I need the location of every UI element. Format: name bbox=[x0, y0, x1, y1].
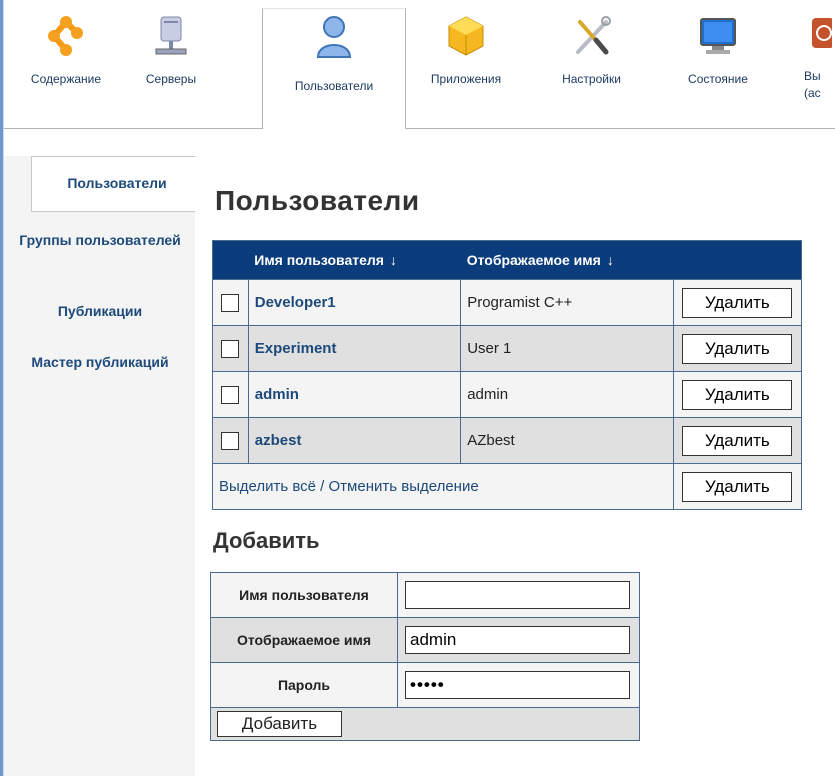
add-user-button[interactable]: Добавить bbox=[217, 711, 342, 737]
username-link[interactable]: azbest bbox=[255, 432, 302, 449]
table-row: azbest AZbest Удалить bbox=[212, 417, 803, 464]
content-icon bbox=[46, 14, 86, 58]
toolbar-label: Содержание bbox=[30, 72, 102, 86]
sidebar: Пользователи Группы пользователей Публик… bbox=[4, 156, 202, 776]
form-row: Отображаемое имя bbox=[210, 617, 640, 663]
sidebar-item-publication-wizard[interactable]: Мастер публикаций bbox=[18, 353, 182, 371]
sidebar-item-users[interactable]: Пользователи bbox=[31, 156, 202, 212]
bulk-delete-button[interactable]: Удалить bbox=[682, 471, 793, 502]
monitor-icon bbox=[698, 14, 738, 58]
toolbar-item-exit[interactable]: Вы (ac bbox=[804, 14, 835, 100]
column-header-username[interactable]: Имя пользователя ↓ bbox=[248, 240, 461, 280]
page-title: Пользователи bbox=[215, 185, 420, 216]
delete-button[interactable]: Удалить bbox=[682, 379, 793, 410]
password-label: Пароль bbox=[210, 662, 398, 708]
delete-button[interactable]: Удалить bbox=[682, 425, 793, 456]
display-name-cell: AZbest bbox=[460, 417, 674, 464]
display-name-label: Отображаемое имя bbox=[210, 617, 398, 663]
tools-icon bbox=[572, 14, 612, 58]
display-name-cell: User 1 bbox=[460, 325, 674, 372]
toolbar-label: Состояние bbox=[688, 72, 748, 86]
toolbar-item-status[interactable]: Состояние bbox=[668, 14, 768, 94]
users-table: Имя пользователя ↓ Отображаемое имя ↓ Deve… bbox=[212, 240, 803, 510]
row-checkbox[interactable] bbox=[221, 293, 240, 312]
column-header-display-name[interactable]: Отображаемое имя ↓ bbox=[460, 240, 674, 280]
toolbar-label: Приложения bbox=[430, 72, 502, 86]
sidebar-item-publications[interactable]: Публикации bbox=[18, 302, 182, 320]
username-link[interactable]: Developer1 bbox=[255, 294, 336, 311]
package-icon bbox=[446, 14, 486, 58]
display-name-cell: Programist C++ bbox=[460, 279, 674, 326]
form-row: Имя пользователя bbox=[210, 572, 640, 618]
username-field[interactable] bbox=[405, 581, 630, 609]
row-checkbox[interactable] bbox=[221, 385, 240, 404]
toolbar-label: Вы (ac bbox=[804, 69, 821, 100]
sort-arrow-icon: ↓ bbox=[606, 252, 614, 268]
add-section-title: Добавить bbox=[213, 528, 320, 553]
sidebar-item-groups[interactable]: Группы пользователей bbox=[18, 231, 182, 249]
table-row: admin admin Удалить bbox=[212, 371, 803, 418]
main-panel: Пользователи Имя пользователя ↓ Отображае… bbox=[195, 129, 835, 776]
content-area: Пользователи Группы пользователей Публик… bbox=[4, 129, 835, 776]
display-name-cell: admin bbox=[460, 371, 674, 418]
select-all-link[interactable]: Выделить всё / Отменить выделение bbox=[219, 478, 479, 495]
row-checkbox[interactable] bbox=[221, 431, 240, 450]
toolbar-item-servers[interactable]: Серверы bbox=[126, 14, 216, 94]
password-field[interactable] bbox=[405, 671, 630, 699]
table-row: Developer1 Programist C++ Удалить bbox=[212, 279, 803, 326]
table-footer-row: Выделить всё / Отменить выделение Удалит… bbox=[212, 463, 803, 510]
toolbar-item-content[interactable]: Содержание bbox=[6, 14, 126, 94]
username-link[interactable]: Experiment bbox=[255, 340, 337, 357]
toolbar-label: Настройки bbox=[562, 72, 621, 86]
table-row: Experiment User 1 Удалить bbox=[212, 325, 803, 372]
checkbox-column-header bbox=[212, 240, 249, 280]
toolbar-item-settings[interactable]: Настройки bbox=[544, 14, 639, 94]
form-row: Пароль bbox=[210, 662, 640, 708]
delete-button[interactable]: Удалить bbox=[682, 333, 793, 364]
main-toolbar: Содержание Серверы Пользователи Приложен… bbox=[4, 0, 835, 130]
toolbar-label: Пользователи bbox=[294, 79, 374, 93]
username-link[interactable]: admin bbox=[255, 386, 299, 403]
sort-arrow-icon: ↓ bbox=[389, 252, 397, 268]
toolbar-item-users[interactable]: Пользователи bbox=[262, 8, 406, 130]
username-label: Имя пользователя bbox=[210, 572, 398, 618]
display-name-field[interactable] bbox=[405, 626, 630, 654]
toolbar-label: Серверы bbox=[145, 72, 197, 86]
action-column-header bbox=[673, 240, 802, 280]
toolbar-item-apps[interactable]: Приложения bbox=[416, 14, 516, 94]
form-row: Добавить bbox=[210, 707, 640, 741]
row-checkbox[interactable] bbox=[221, 339, 240, 358]
user-icon bbox=[314, 15, 354, 59]
exit-icon bbox=[808, 14, 834, 58]
add-user-form: Имя пользователя Отображаемое имя Пароль… bbox=[210, 572, 640, 741]
delete-button[interactable]: Удалить bbox=[682, 287, 793, 318]
server-icon bbox=[151, 14, 191, 58]
